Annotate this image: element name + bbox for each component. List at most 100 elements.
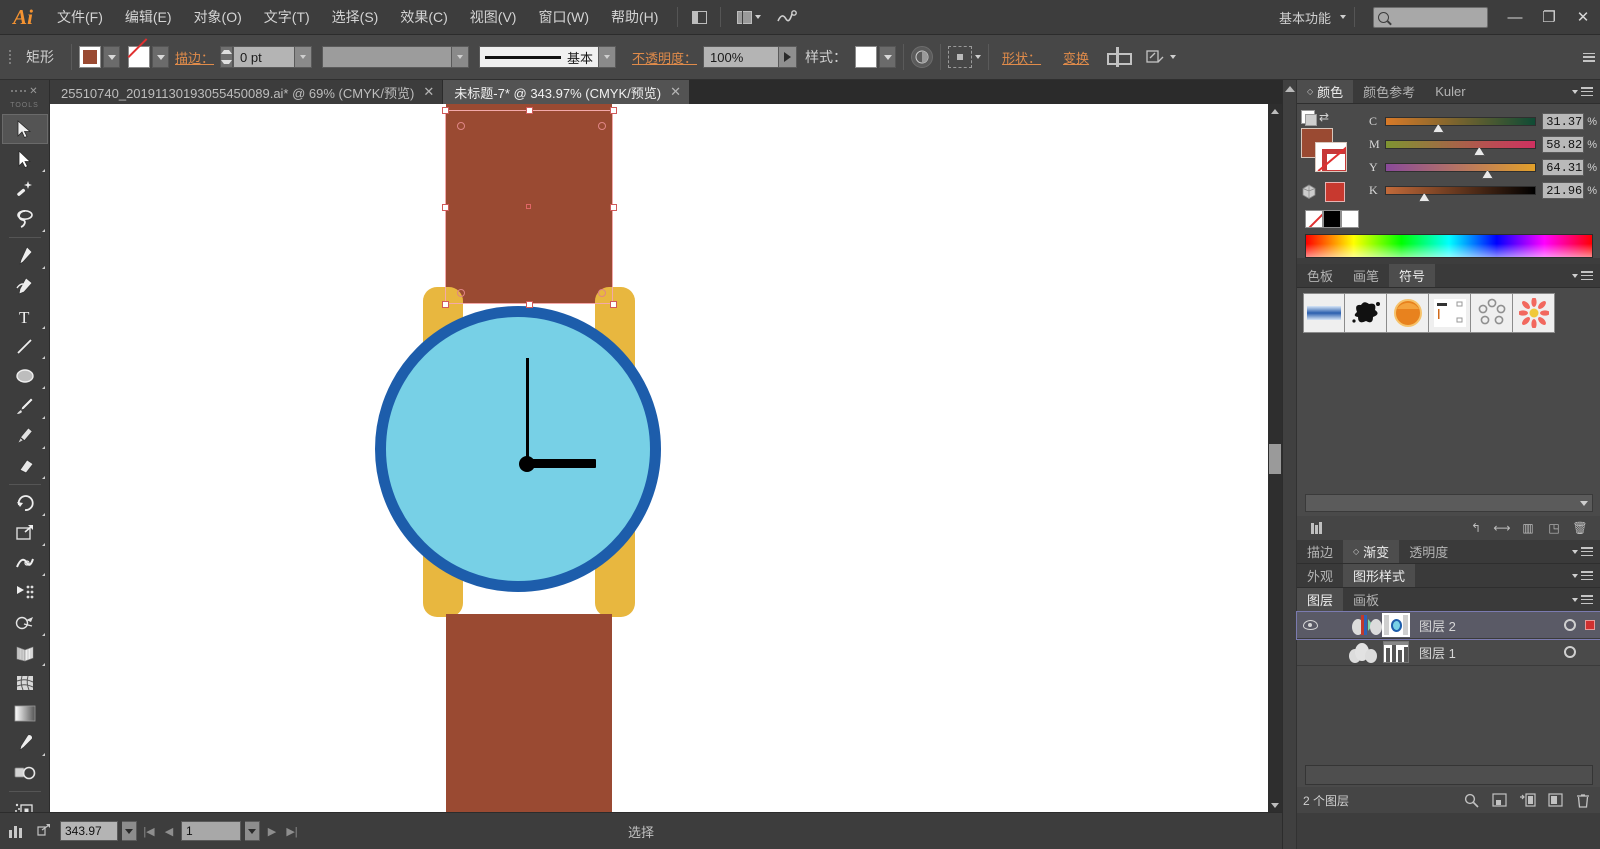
fill-dropdown-button[interactable] [103,46,120,68]
minimize-button[interactable]: — [1498,0,1532,35]
color-panel-menu-icon[interactable] [1561,80,1600,103]
menu-edit[interactable]: 编辑(E) [114,0,183,35]
selection-tool[interactable] [1,114,48,144]
isolate-selected-icon[interactable] [948,46,973,68]
arrange-documents-icon[interactable] [729,6,769,28]
stroke-weight-stepper[interactable]: 0 pt [220,46,313,68]
menu-object[interactable]: 对象(O) [183,0,253,35]
layer-1-selection-indicator[interactable] [1585,620,1595,630]
brush-dropdown[interactable] [599,46,617,68]
slider-thumb-y[interactable] [1481,170,1493,179]
watch-band-bottom[interactable] [446,614,612,812]
direct-selection-tool[interactable] [2,144,48,174]
ellipse-tool[interactable] [2,361,48,391]
paintbrush-tool[interactable] [2,391,48,421]
align-icon[interactable] [1107,47,1133,67]
rotate-tool[interactable] [2,488,48,518]
tab-swatches[interactable]: 色板 [1297,264,1344,287]
new-symbol-icon[interactable]: ◳ [1541,517,1567,539]
selection-handle-bl[interactable] [442,301,449,308]
control-bar-grip[interactable] [4,35,16,80]
graphic-style-dropdown[interactable] [879,46,897,68]
slider-thumb-k[interactable] [1418,193,1430,202]
last-artboard-button[interactable]: ▶| [284,820,300,842]
selection-handle-tl[interactable] [442,107,449,114]
menu-type[interactable]: 文字(T) [253,0,321,35]
gradient-panel-menu-icon[interactable] [1561,540,1600,563]
layer-1-thumbnail[interactable] [1382,613,1410,637]
zoom-dropdown-icon[interactable] [122,821,137,841]
tab-color-guide[interactable]: 颜色参考 [1353,80,1426,103]
swap-fill-stroke-icon[interactable]: ⇄ [1319,110,1329,124]
free-transform-tool[interactable] [2,578,48,608]
stroke-swatch-none[interactable] [128,46,150,68]
canvas-vertical-scrollbar[interactable] [1268,104,1282,812]
selection-handle-tc[interactable] [526,107,533,114]
new-layer-icon[interactable] [1543,789,1567,811]
menu-file[interactable]: 文件(F) [46,0,114,35]
control-bar-overflow-menu[interactable] [1578,35,1600,80]
slider-track-c[interactable] [1385,117,1537,133]
new-sublayer-icon[interactable] [1515,789,1539,811]
close-button[interactable]: ✕ [1566,0,1600,35]
tab-appearance[interactable]: 外观 [1297,564,1344,587]
dock-expand-icon[interactable] [1284,86,1295,92]
workspace-label[interactable]: 基本功能 [1273,8,1337,27]
first-artboard-button[interactable]: |◀ [141,820,157,842]
next-artboard-button[interactable]: ▶ [264,820,280,842]
artboard-dropdown-icon[interactable] [245,821,260,841]
graphic-styles-panel-menu-icon[interactable] [1561,564,1600,587]
layer-row-1[interactable]: 图层 2 [1296,611,1600,640]
place-symbol-instance-icon[interactable]: ↰ [1463,517,1489,539]
document-tab-2-close-icon[interactable]: ✕ [670,84,681,100]
channel-value-m[interactable]: 58.82 [1542,136,1585,153]
tab-stroke[interactable]: 描边 [1297,540,1344,563]
curvature-tool[interactable] [2,271,48,301]
search-input[interactable] [1373,6,1488,28]
slider-track-k[interactable] [1385,186,1537,202]
selection-handle-tr[interactable] [610,107,617,114]
canvas-area[interactable] [50,104,1282,812]
symbols-libraries-combo[interactable] [1305,494,1593,512]
export-status-icon[interactable] [32,819,56,843]
pencil-tool[interactable] [2,421,48,451]
transform-label-link[interactable]: 变换 [1057,48,1095,67]
tools-panel-close-icon[interactable]: ✕ [29,86,37,97]
scroll-up-icon[interactable] [1268,104,1282,118]
symbol-gradient-bar[interactable] [1303,293,1345,333]
stroke-dropdown-button[interactable] [152,46,169,68]
tab-gradient[interactable]: ◇ 渐变 [1343,540,1400,563]
delete-symbol-icon[interactable]: 🗑 [1567,517,1593,539]
isolate-chevron-down-icon[interactable] [975,55,982,59]
mesh-tool[interactable] [2,668,48,698]
graph-tool-status-icon[interactable] [4,819,28,843]
lasso-tool[interactable] [2,204,48,234]
corner-radius-widget-br[interactable] [598,289,606,297]
tools-panel-header[interactable]: ✕ [0,80,49,102]
symbol-web-button[interactable] [1429,293,1471,333]
shape-label-link[interactable]: 形状： [996,48,1047,67]
line-segment-tool[interactable] [2,331,48,361]
tab-transparency[interactable]: 透明度 [1399,540,1459,563]
watch-minute-hand[interactable] [526,358,529,465]
layer-1-visibility-toggle[interactable] [1297,620,1323,630]
menu-effect[interactable]: 效果(C) [389,0,458,35]
workspace-chevron-down-icon[interactable] [1340,15,1346,19]
stroke-weight-dropdown[interactable] [295,46,313,68]
menu-view[interactable]: 视图(V) [459,0,528,35]
menu-help[interactable]: 帮助(H) [600,0,669,35]
slider-thumb-m[interactable] [1473,147,1485,156]
opacity-value-input[interactable]: 100% [703,46,780,68]
none-color-swatch[interactable] [1305,210,1323,228]
layer-2-name[interactable]: 图层 1 [1413,643,1555,662]
dock-collapse-rail[interactable] [1283,80,1297,849]
symbol-libraries-icon[interactable] [1305,517,1331,539]
eyedropper-tool[interactable] [2,728,48,758]
tab-artboards[interactable]: 画板 [1343,588,1390,611]
delete-layer-icon[interactable] [1571,789,1595,811]
fill-swatch[interactable] [79,46,101,68]
last-used-color-swatch[interactable] [1325,182,1345,202]
layer-2-target-indicator[interactable] [1555,646,1585,658]
symbol-daisy[interactable] [1513,293,1555,333]
symbols-panel-menu-icon[interactable] [1561,264,1600,287]
